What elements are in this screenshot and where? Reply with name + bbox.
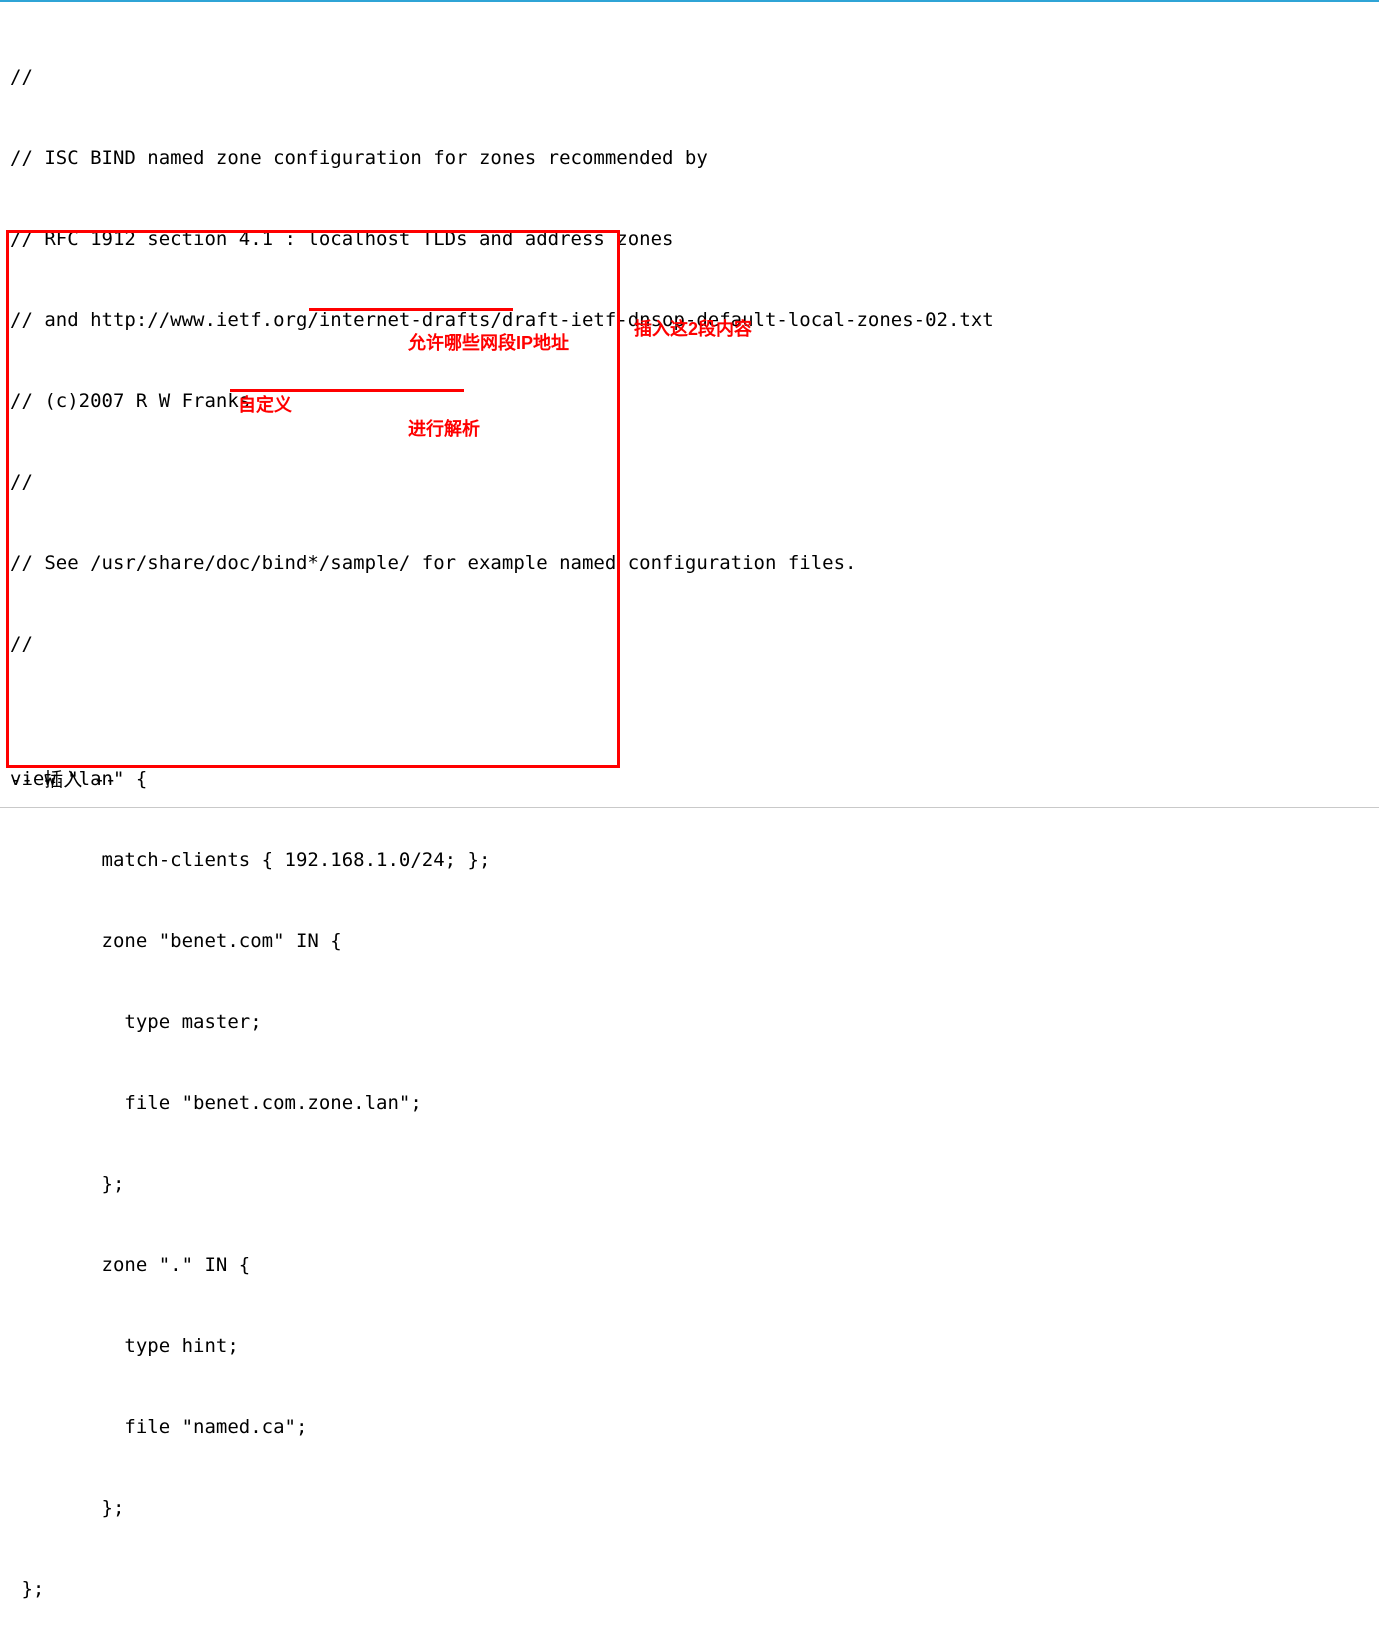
code-line: zone "." IN { [10, 1252, 1379, 1279]
comment-line: // RFC 1912 section 4.1 : localhost TLDs… [10, 226, 1379, 253]
code-line: type hint; [10, 1333, 1379, 1360]
annotation-insert-two: 插入这2段内容 [634, 318, 752, 340]
editor-area[interactable]: // // ISC BIND named zone configuration … [0, 2, 1379, 1626]
code-line: file "named.ca"; [10, 1414, 1379, 1441]
comment-line: // [10, 469, 1379, 496]
annotation-custom: 自定义 [238, 394, 292, 416]
code-line: }; [10, 1495, 1379, 1522]
code-line: view "lan" { [10, 766, 1379, 793]
comment-line: // [10, 631, 1379, 658]
comment-line: // ISC BIND named zone configuration for… [10, 145, 1379, 172]
annotation-resolve: 进行解析 [408, 418, 480, 440]
code-line: }; [10, 1576, 1379, 1603]
bottom-rule [0, 807, 1379, 808]
code-line: zone "benet.com" IN { [10, 928, 1379, 955]
comment-line: // [10, 64, 1379, 91]
code-line: match-clients { 192.168.1.0/24; }; [10, 847, 1379, 874]
comment-line: // See /usr/share/doc/bind*/sample/ for … [10, 550, 1379, 577]
code-line: }; [10, 1171, 1379, 1198]
code-line: type master; [10, 1009, 1379, 1036]
code-line: file "benet.com.zone.lan"; [10, 1090, 1379, 1117]
vim-mode-indicator: -- 插入 -- [10, 768, 116, 795]
annotation-allow-subnet: 允许哪些网段IP地址 [408, 332, 569, 354]
comment-line: // (c)2007 R W Franks [10, 388, 1379, 415]
